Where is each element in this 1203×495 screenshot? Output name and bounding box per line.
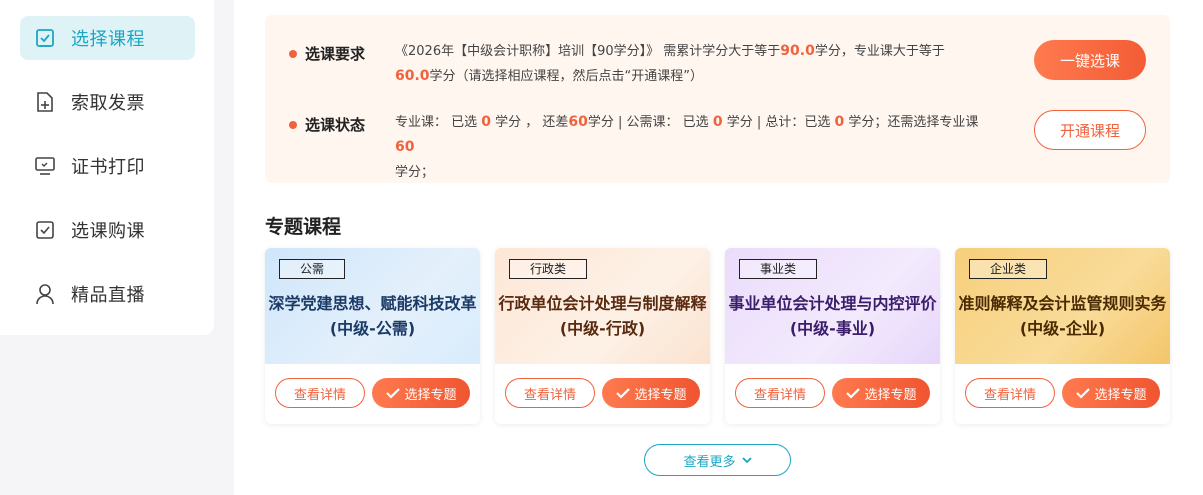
select-topic-label: 选择专题: [404, 387, 457, 403]
course-card[interactable]: 公需 深学党建思想、赋能科技改革 (中级-公需) 查看详情 选择专题: [265, 248, 480, 424]
card-title-line: (中级-公需): [329, 319, 416, 338]
check-icon: [1076, 388, 1091, 399]
card-title: 准则解释及会计监管规则实务 (中级-企业): [955, 291, 1170, 341]
view-detail-button[interactable]: 查看详情: [275, 378, 365, 408]
check-icon: [386, 388, 401, 399]
status-text-part: 学分；: [395, 165, 435, 180]
sidebar-item-certificate[interactable]: 证书打印: [20, 144, 195, 188]
requirement-text-part: 学分，专业课大于等于: [814, 44, 945, 59]
card-tag: 事业类: [739, 259, 818, 279]
select-topic-label: 选择专题: [1094, 387, 1147, 403]
select-topic-button[interactable]: 选择专题: [602, 378, 700, 408]
main-content: 选课要求 《2026年【中级会计职称】培训【90学分】》 需累计学分大于等于90…: [234, 0, 1203, 495]
status-row: 选课状态 专业课： 已选 0 学分 ， 还差60学分 | 公需课： 已选 0 学…: [289, 114, 995, 185]
select-topic-button[interactable]: 选择专题: [832, 378, 930, 408]
view-detail-button[interactable]: 查看详情: [735, 378, 825, 408]
card-title-line: (中级-企业): [1019, 319, 1106, 338]
select-topic-label: 选择专题: [634, 387, 687, 403]
chevron-down-icon: [741, 456, 752, 463]
requirement-panel: 选课要求 《2026年【中级会计职称】培训【90学分】》 需累计学分大于等于90…: [265, 15, 1170, 183]
course-card[interactable]: 企业类 准则解释及会计监管规则实务 (中级-企业) 查看详情 选择专题: [955, 248, 1170, 424]
sidebar-item-select-course[interactable]: 选择课程: [20, 16, 195, 60]
view-more-button[interactable]: 查看更多: [644, 444, 791, 476]
checkbox-icon: [34, 219, 56, 241]
card-cover: 公需 深学党建思想、赋能科技改革 (中级-公需): [265, 248, 480, 364]
card-title: 事业单位会计处理与内控评价 (中级-事业): [725, 291, 940, 341]
open-course-button[interactable]: 开通课程: [1034, 110, 1146, 150]
card-tag: 行政类: [509, 259, 588, 279]
card-tag: 企业类: [969, 259, 1048, 279]
select-topic-button[interactable]: 选择专题: [1062, 378, 1160, 408]
view-more-label: 查看更多: [683, 454, 736, 470]
select-topic-button[interactable]: 选择专题: [372, 378, 470, 408]
required-major-credits: 60.0: [395, 68, 430, 84]
requirement-text-part: 学分（请选择相应课程，然后点击“开通课程”）: [429, 69, 704, 84]
select-topic-label: 选择专题: [864, 387, 917, 403]
sidebar-item-label: 选课购课: [71, 221, 145, 242]
public-selected-credits: 0: [712, 114, 723, 130]
major-selected-credits: 0: [481, 114, 492, 130]
bullet-dot: [289, 50, 297, 58]
sidebar-item-invoice[interactable]: 索取发票: [20, 80, 195, 124]
card-title-line: 深学党建思想、赋能科技改革: [268, 294, 477, 313]
card-title-line: 准则解释及会计监管规则实务: [958, 294, 1167, 313]
status-text-part: 专业课： 已选: [395, 115, 482, 130]
need-major-credits: 60: [395, 139, 415, 155]
card-actions: 查看详情 选择专题: [265, 364, 480, 408]
user-icon: [34, 283, 56, 305]
sidebar-item-label: 证书打印: [71, 157, 145, 178]
check-icon: [846, 388, 861, 399]
card-title-line: 事业单位会计处理与内控评价: [728, 294, 937, 313]
one-click-select-button[interactable]: 一键选课: [1034, 40, 1146, 80]
check-icon: [616, 388, 631, 399]
requirement-title: 选课要求: [305, 45, 366, 63]
card-actions: 查看详情 选择专题: [725, 364, 940, 408]
sidebar-item-label: 选择课程: [71, 29, 145, 50]
required-total-credits: 90.0: [780, 43, 815, 59]
status-text-part: 学分 ， 还差: [491, 115, 569, 130]
requirement-text: 《2026年【中级会计职称】培训【90学分】》 需累计学分大于等于90.0学分，…: [395, 39, 995, 89]
sidebar-item-purchase[interactable]: 选课购课: [20, 208, 195, 252]
status-text-part: 学分 | 公需课： 已选: [587, 115, 713, 130]
status-text-part: 学分 | 总计：已选: [722, 115, 835, 130]
checkbox-icon: [34, 27, 56, 49]
card-title-line: 行政单位会计处理与制度解释: [498, 294, 707, 313]
status-title: 选课状态: [305, 116, 366, 134]
card-actions: 查看详情 选择专题: [495, 364, 710, 408]
monitor-icon: [34, 155, 56, 177]
card-title: 深学党建思想、赋能科技改革 (中级-公需): [265, 291, 480, 341]
view-detail-button[interactable]: 查看详情: [505, 378, 595, 408]
card-tag: 公需: [279, 259, 346, 279]
sidebar-item-label: 精品直播: [71, 285, 145, 306]
sidebar-item-live[interactable]: 精品直播: [20, 272, 195, 316]
card-cover: 事业类 事业单位会计处理与内控评价 (中级-事业): [725, 248, 940, 364]
sidebar: 选择课程 索取发票 证书打印 选课购课 精品直播: [0, 0, 214, 335]
card-title: 行政单位会计处理与制度解释 (中级-行政): [495, 291, 710, 341]
requirement-text-part: 《2026年【中级会计职称】培训【90学分】》 需累计学分大于等于: [395, 44, 781, 59]
card-cover: 企业类 准则解释及会计监管规则实务 (中级-企业): [955, 248, 1170, 364]
course-card[interactable]: 行政类 行政单位会计处理与制度解释 (中级-行政) 查看详情 选择专题: [495, 248, 710, 424]
card-title-line: (中级-事业): [789, 319, 876, 338]
card-actions: 查看详情 选择专题: [955, 364, 1170, 408]
view-detail-button[interactable]: 查看详情: [965, 378, 1055, 408]
status-text: 专业课： 已选 0 学分 ， 还差60学分 | 公需课： 已选 0 学分 | 总…: [395, 110, 995, 185]
status-text-part: 学分；还需选择专业课: [844, 115, 979, 130]
major-missing-credits: 60: [568, 114, 588, 130]
section-title: 专题课程: [265, 216, 342, 238]
card-title-line: (中级-行政): [559, 319, 646, 338]
sidebar-item-label: 索取发票: [71, 93, 145, 114]
course-cards: 公需 深学党建思想、赋能科技改革 (中级-公需) 查看详情 选择专题 行政类 行政…: [265, 248, 1170, 424]
document-add-icon: [34, 91, 56, 113]
bullet-dot: [289, 121, 297, 129]
course-card[interactable]: 事业类 事业单位会计处理与内控评价 (中级-事业) 查看详情 选择专题: [725, 248, 940, 424]
requirement-row: 选课要求 《2026年【中级会计职称】培训【90学分】》 需累计学分大于等于90…: [289, 43, 995, 89]
total-selected-credits: 0: [834, 114, 845, 130]
card-cover: 行政类 行政单位会计处理与制度解释 (中级-行政): [495, 248, 710, 364]
